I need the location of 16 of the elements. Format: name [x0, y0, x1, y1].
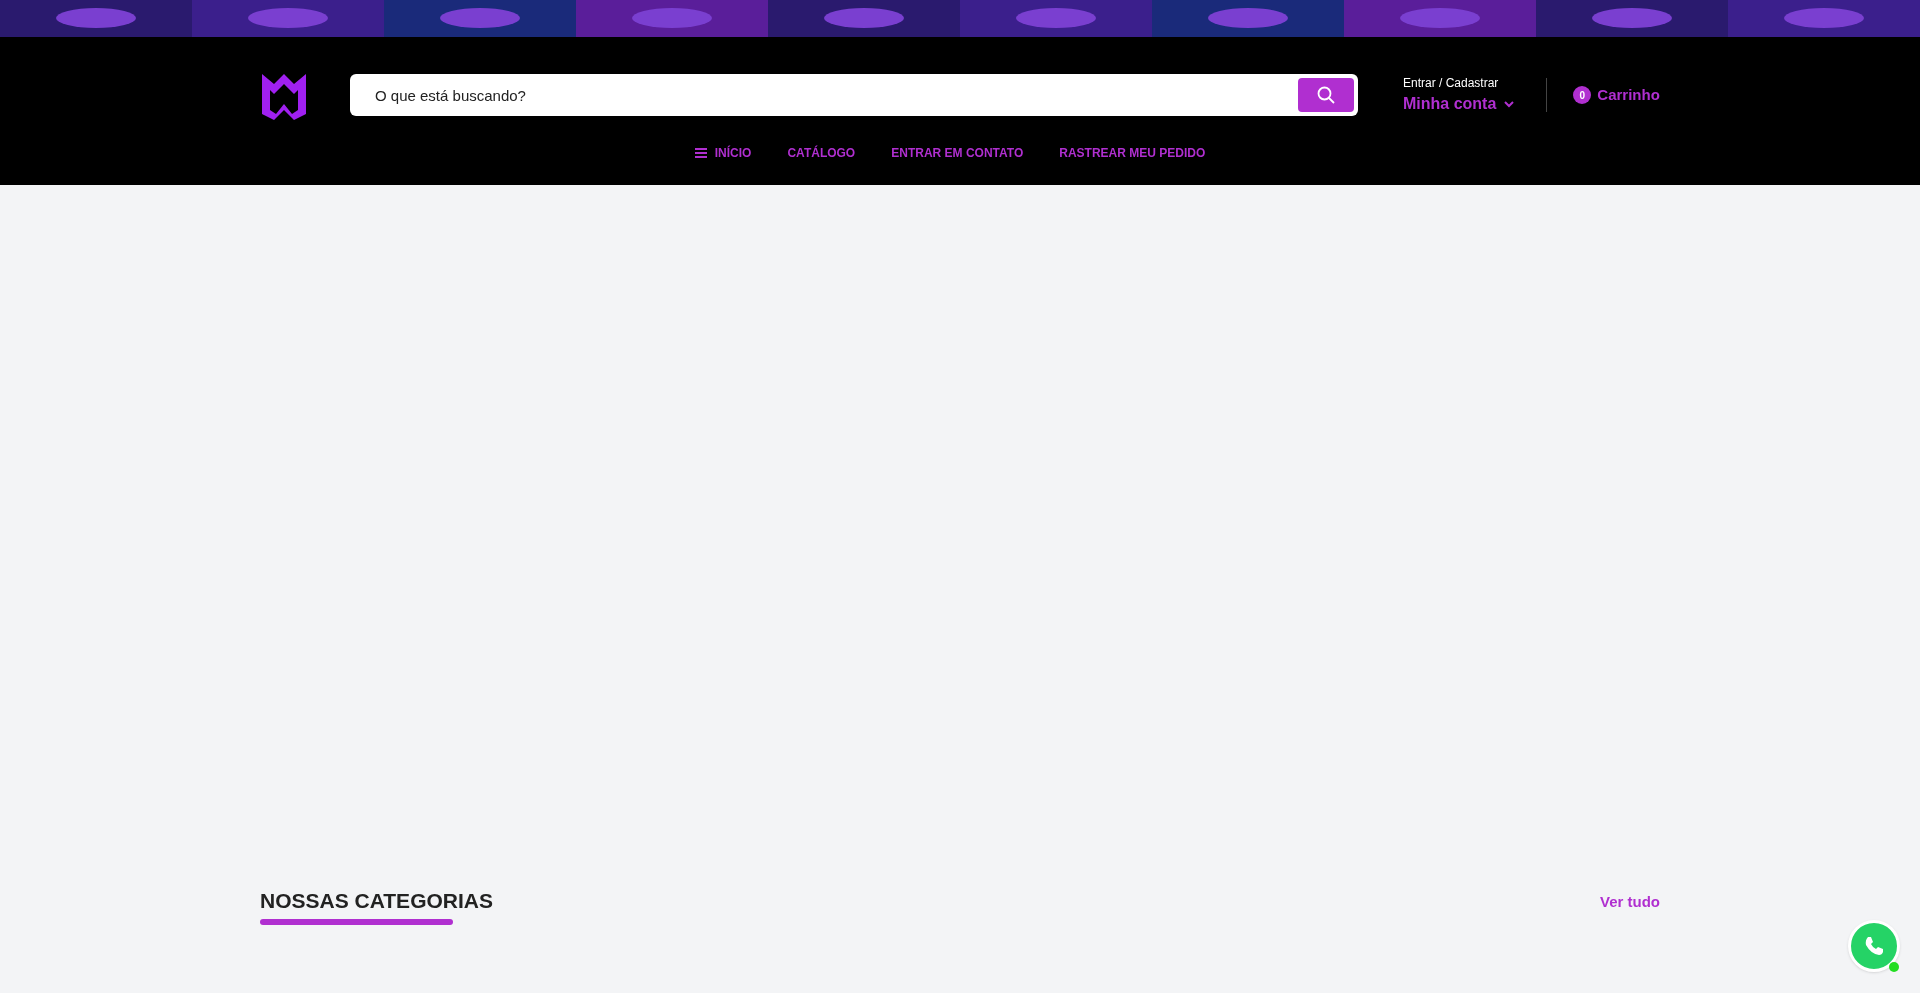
- nav-link[interactable]: RASTREAR MEU PEDIDO: [1059, 144, 1206, 162]
- nav-link[interactable]: CATÁLOGO: [787, 144, 856, 162]
- search-icon: [1317, 86, 1335, 104]
- search-button[interactable]: [1298, 78, 1354, 112]
- account-link[interactable]: Minha conta: [1403, 92, 1515, 116]
- search-field[interactable]: O que está buscando?: [350, 74, 1358, 116]
- section-title: NOSSAS CATEGORIAS: [260, 888, 493, 914]
- cart-count: 0: [1573, 86, 1592, 104]
- menu-icon: [694, 148, 707, 158]
- nav-link[interactable]: INÍCIO: [694, 144, 752, 162]
- cart-label: Carrinho: [1597, 84, 1660, 105]
- account-caption: Entrar / Cadastrar: [1403, 75, 1500, 92]
- see-all-link[interactable]: Ver tudo: [1600, 891, 1660, 914]
- chevron-icon: [1504, 100, 1515, 108]
- cart-link[interactable]: 0 Carrinho: [1573, 83, 1660, 107]
- nav-link[interactable]: ENTRAR EM CONTATO: [891, 144, 1024, 162]
